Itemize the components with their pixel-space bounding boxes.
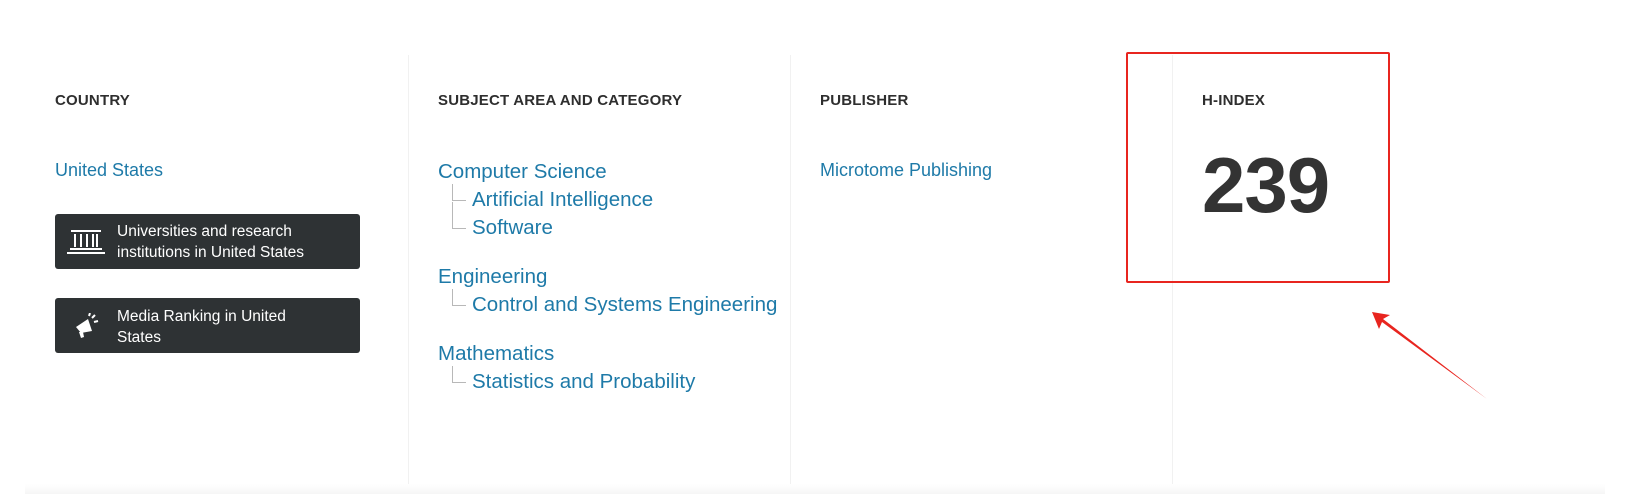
country-column: COUNTRY United States Universities and r… — [25, 55, 407, 494]
publisher-column: PUBLISHER Microtome Publishing — [790, 55, 1172, 494]
subject-area-link[interactable]: Computer Science — [438, 158, 778, 186]
subject-group-computer-science: Computer Science Artificial Intelligence… — [438, 158, 778, 242]
category-link[interactable]: Artificial Intelligence — [472, 186, 778, 214]
subject-area-link[interactable]: Engineering — [438, 263, 778, 291]
publisher-heading: PUBLISHER — [820, 92, 909, 109]
megaphone-icon — [55, 312, 117, 339]
subject-column: SUBJECT AREA AND CATEGORY Computer Scien… — [408, 55, 790, 494]
subject-group-engineering: Engineering Control and Systems Engineer… — [438, 263, 778, 319]
tree-connector — [452, 289, 466, 306]
category-row: Control and Systems Engineering — [438, 289, 778, 319]
subject-area-link[interactable]: Mathematics — [438, 340, 778, 368]
hindex-column: H-INDEX 239 — [1172, 55, 1632, 494]
media-ranking-button-label: Media Ranking in United States — [117, 308, 286, 346]
universities-button-label: Universities and research institutions i… — [117, 222, 304, 261]
country-heading: COUNTRY — [55, 92, 131, 109]
tree-connector — [452, 202, 466, 229]
hindex-value: 239 — [1202, 141, 1330, 229]
section-bottom-shadow — [25, 484, 1605, 494]
tree-connector — [452, 366, 466, 383]
subject-list: Computer Science Artificial Intelligence… — [438, 158, 778, 417]
category-link[interactable]: Statistics and Probability — [472, 368, 778, 396]
subject-heading: SUBJECT AREA AND CATEGORY — [438, 92, 683, 109]
universities-button[interactable]: Universities and research institutions i… — [55, 214, 360, 269]
category-link[interactable]: Software — [472, 214, 778, 242]
tree-connector — [452, 184, 466, 201]
category-row: Statistics and Probability — [438, 366, 778, 396]
publisher-link[interactable]: Microtome Publishing — [820, 160, 992, 181]
category-row: Artificial Intelligence — [438, 184, 778, 214]
category-row: Software — [438, 202, 778, 242]
institution-columns-icon — [55, 229, 117, 255]
category-link[interactable]: Control and Systems Engineering — [472, 291, 778, 319]
hindex-heading: H-INDEX — [1202, 92, 1266, 109]
subject-group-mathematics: Mathematics Statistics and Probability — [438, 340, 778, 396]
country-link[interactable]: United States — [55, 160, 163, 181]
media-ranking-button[interactable]: Media Ranking in United States — [55, 298, 360, 353]
